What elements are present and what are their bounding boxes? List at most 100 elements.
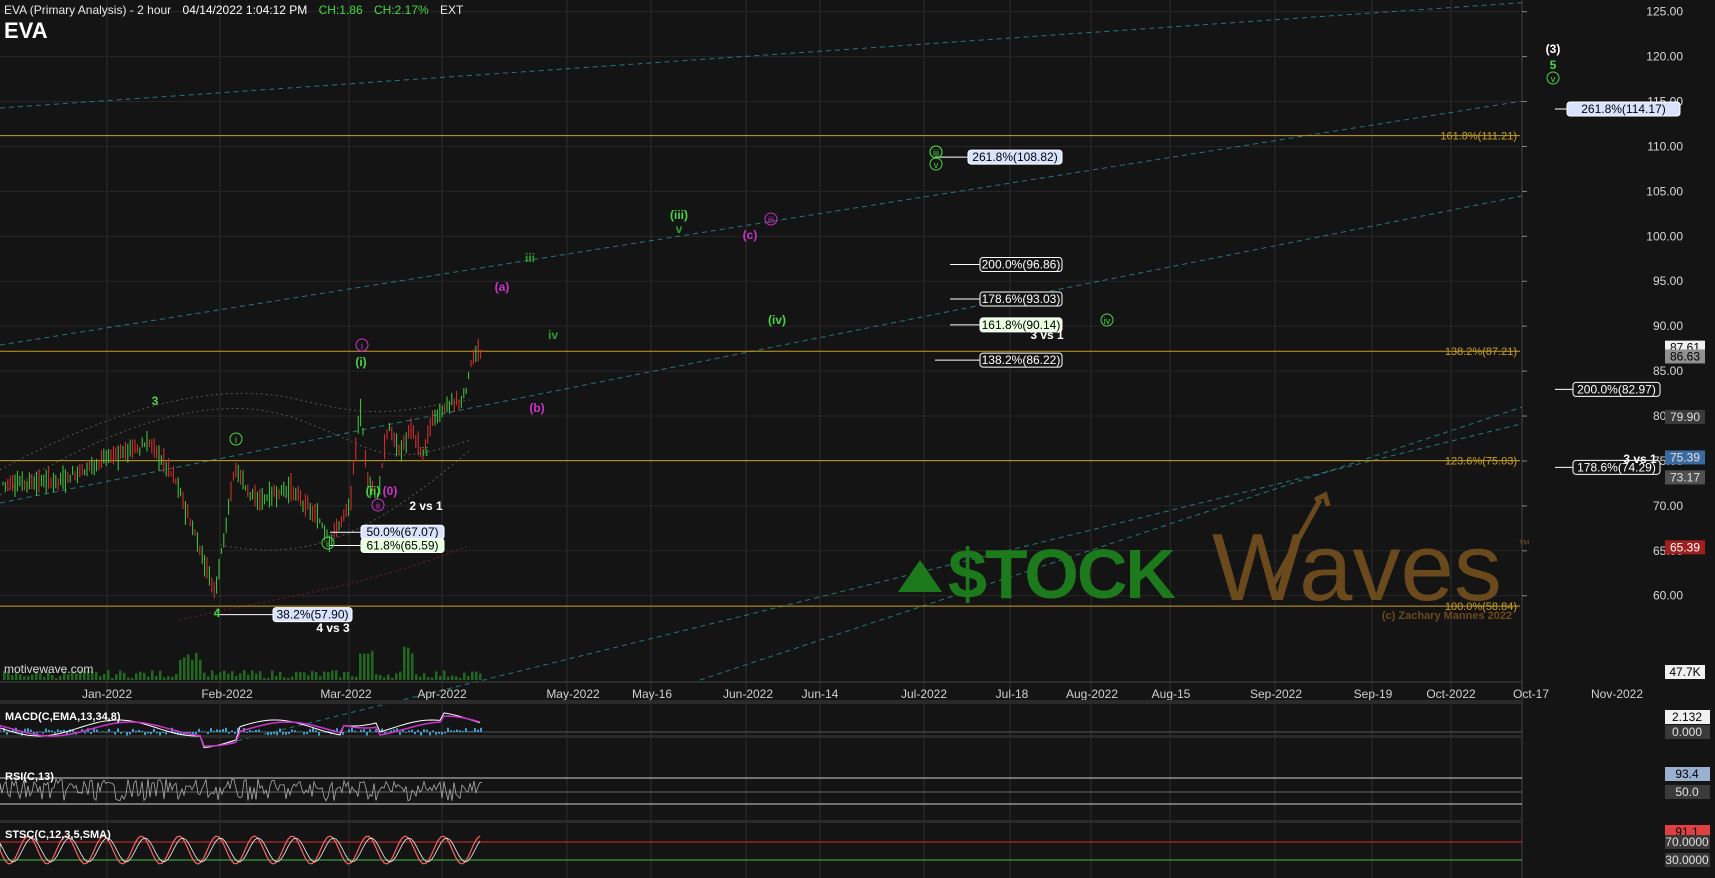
wave-count-label: 3 vs 1 [1030, 328, 1064, 342]
volume-bar [331, 670, 334, 680]
volume-bar [427, 677, 430, 680]
macd-bar [6, 732, 8, 735]
circled-wave-text: ii [376, 501, 380, 511]
macd-bar [147, 732, 149, 734]
volume-bar [299, 671, 302, 680]
volume-bar [207, 676, 210, 680]
volume-bar [95, 671, 98, 680]
x-tick-label: Jul-2022 [901, 687, 947, 701]
volume-bar [231, 671, 234, 680]
macd-bar [42, 732, 44, 734]
rsi-line [0, 777, 483, 802]
chart-title: EVA (Primary Analysis) - 2 hour [4, 3, 172, 17]
price-tag-label: 79.90 [1670, 410, 1700, 424]
x-tick-label: Oct-17 [1513, 687, 1549, 701]
wave-label: (0) [383, 484, 398, 498]
volume-bar [227, 673, 230, 680]
macd-bar [159, 732, 161, 736]
price-tag-label: 75.39 [1670, 450, 1700, 464]
macd-bar [474, 728, 476, 732]
target-label: 61.8%(65.59) [366, 539, 438, 553]
macd-bar [315, 730, 317, 732]
indicator-value-label: 70.0000 [1665, 835, 1709, 849]
y-tick-label: 105.00 [1646, 184, 1683, 198]
volume-bar [271, 670, 274, 680]
macd-bar [198, 728, 200, 732]
macd-bar [306, 732, 308, 735]
indicator-value-label: 93.4 [1675, 767, 1699, 781]
panel-divider [0, 735, 1522, 738]
target-label: 38.2%(57.90) [276, 608, 348, 622]
macd-bar [432, 730, 434, 732]
circled-wave-text: iv [1104, 316, 1111, 326]
channel-line [0, 159, 1701, 504]
chart-session: EXT [440, 3, 464, 17]
x-tick-label: Oct-2022 [1426, 687, 1476, 701]
macd-bar [267, 732, 269, 735]
volume-bar [395, 673, 398, 680]
volume-bar [391, 677, 394, 680]
volume-bar [303, 672, 306, 680]
wave-label: iii [525, 251, 535, 265]
x-tick-label: Aug-2022 [1066, 687, 1118, 701]
volume-bar [379, 675, 382, 680]
volume-bar [419, 676, 422, 680]
volume-bar [343, 672, 346, 680]
volume-bar [355, 676, 358, 680]
macd-bar [255, 730, 257, 732]
volume-bar [311, 670, 314, 680]
macd-bar [246, 732, 248, 733]
y-tick-label: 70.00 [1653, 499, 1683, 513]
volume-bar [235, 675, 238, 680]
volume-bar [323, 671, 326, 680]
y-tick-label: 95.00 [1653, 274, 1683, 288]
macd-bar [132, 728, 134, 732]
macd-bar [102, 731, 104, 732]
macd-bar [420, 732, 422, 736]
macd-bar [294, 730, 296, 732]
macd-bar [108, 728, 110, 732]
macd-bar [222, 728, 224, 732]
macd-bar [63, 729, 65, 732]
macd-bar [408, 730, 410, 732]
volume-bar [107, 670, 110, 680]
macd-bar [51, 730, 53, 732]
y-tick-label: 110.00 [1647, 139, 1683, 153]
macd-bar [390, 730, 392, 732]
macd-bar [459, 730, 461, 732]
chart-datetime: 04/14/2022 1:04:12 PM [182, 3, 308, 17]
indicator-title: RSI(C,13) [5, 771, 54, 783]
wave-label: iv [548, 328, 558, 342]
volume-bar [371, 650, 374, 680]
macd-bar [447, 727, 449, 732]
macd-bar [471, 731, 473, 732]
volume-bar [203, 672, 206, 680]
macd-bar [150, 732, 152, 735]
fib-label: 161.8%(111.21) [1440, 131, 1517, 143]
volume-bar [159, 670, 162, 680]
x-tick-label: Jul-18 [996, 687, 1029, 701]
volume-bar [443, 670, 446, 680]
volume-bar [191, 659, 194, 680]
wave-label: 3 [152, 394, 159, 408]
wave-label: (iv) [768, 313, 786, 327]
x-tick-label: Sep-2022 [1250, 687, 1302, 701]
volume-bar [479, 673, 482, 680]
volume-bar [451, 675, 454, 680]
macd-bar [141, 730, 143, 732]
volume-bar [219, 672, 222, 680]
volume-bar [259, 671, 262, 680]
volume-bar [327, 672, 330, 680]
macd-bar [444, 732, 446, 734]
macd-bar [114, 732, 116, 735]
macd-bar [456, 729, 458, 732]
macd-bar [210, 728, 212, 732]
macd-bar [216, 729, 218, 732]
macd-bar [273, 732, 275, 735]
volume-bar [471, 671, 474, 680]
watermark-copyright: (c) Zachary Mannes 2022 [1382, 610, 1512, 622]
wave-count-label: 4 vs 3 [316, 621, 350, 635]
macd-bar [162, 732, 164, 733]
macd-bar [324, 732, 326, 733]
price-chart[interactable]: 161.8%(111.21) 138.2%(87.21) 123.6%(75.03)… [0, 0, 1715, 878]
